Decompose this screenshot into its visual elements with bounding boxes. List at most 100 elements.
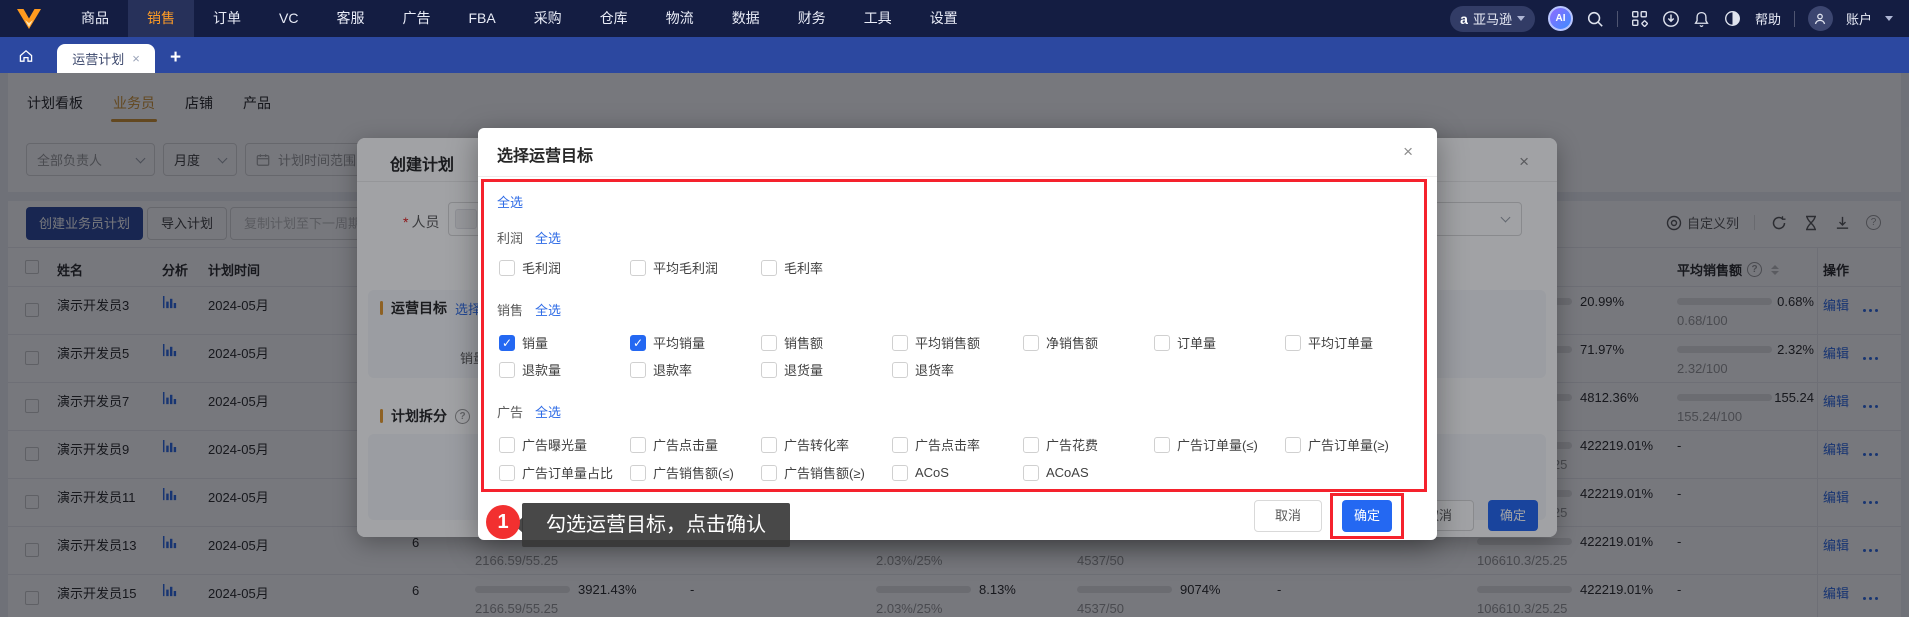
- checkbox-label: 毛利率: [784, 261, 824, 276]
- select-goals-cancel-button[interactable]: 取消: [1254, 500, 1322, 532]
- annotation-tooltip: 勾选运营目标，点击确认: [514, 503, 790, 547]
- checkbox-icon[interactable]: [761, 334, 777, 351]
- checkbox-net-sales[interactable]: 净销售额: [1023, 333, 1154, 352]
- nav-item-vc[interactable]: VC: [260, 0, 317, 37]
- checkbox-acos[interactable]: ACoS: [892, 463, 1023, 482]
- checkbox-icon[interactable]: [761, 464, 777, 481]
- ai-assistant-button[interactable]: AI: [1547, 6, 1573, 31]
- new-tab-button[interactable]: +: [170, 47, 181, 69]
- tab-close-icon[interactable]: ×: [132, 51, 140, 66]
- checkbox-label: 广告花费: [1046, 438, 1099, 453]
- checkbox-ad-impressions[interactable]: 广告曝光量: [499, 435, 630, 454]
- checkbox-icon[interactable]: [1285, 334, 1301, 351]
- marketplace-switcher[interactable]: a 亚马逊: [1450, 5, 1535, 32]
- checkbox-icon[interactable]: [1023, 436, 1039, 453]
- nav-item-finance[interactable]: 财务: [779, 0, 845, 37]
- select-all-link[interactable]: 全选: [497, 192, 523, 211]
- checkbox-icon[interactable]: [1023, 464, 1039, 481]
- help-link[interactable]: 帮助: [1755, 9, 1781, 28]
- checkbox-avg-order-count[interactable]: 平均订单量: [1285, 333, 1416, 352]
- checkbox-avg-sales-volume[interactable]: 平均销量: [630, 333, 761, 352]
- nav-menu: 商品 销售 订单 VC 客服 广告 FBA 采购 仓库 物流 数据 财务 工具 …: [62, 0, 977, 37]
- checkbox-sales-volume[interactable]: 销量: [499, 333, 630, 352]
- checkbox-ad-spend[interactable]: 广告花费: [1023, 435, 1154, 454]
- nav-item-tools[interactable]: 工具: [845, 0, 911, 37]
- download-center-icon[interactable]: [1662, 10, 1680, 28]
- nav-item-service[interactable]: 客服: [317, 0, 383, 37]
- group-profit-select-all[interactable]: 全选: [535, 228, 561, 247]
- checkbox-ad-conversion-rate[interactable]: 广告转化率: [761, 435, 892, 454]
- checkbox-ad-orders-le[interactable]: 广告订单量(≤): [1154, 435, 1285, 454]
- checkbox-icon[interactable]: [1285, 436, 1301, 453]
- checkbox-avg-sales-amount[interactable]: 平均销售额: [892, 333, 1023, 352]
- search-icon[interactable]: [1586, 10, 1604, 28]
- checkbox-order-count[interactable]: 订单量: [1154, 333, 1285, 352]
- checkbox-icon[interactable]: [892, 361, 908, 378]
- nav-item-sales[interactable]: 销售: [128, 0, 194, 37]
- nav-item-data[interactable]: 数据: [713, 0, 779, 37]
- nav-item-ads[interactable]: 广告: [383, 0, 449, 37]
- checkbox-ad-orders-ge[interactable]: 广告订单量(≥): [1285, 435, 1416, 454]
- checkbox-refund-count[interactable]: 退款量: [499, 360, 630, 379]
- group-sales-select-all[interactable]: 全选: [535, 300, 561, 319]
- checkbox-icon[interactable]: [499, 361, 515, 378]
- checkbox-ad-clicks[interactable]: 广告点击量: [630, 435, 761, 454]
- checkbox-icon[interactable]: [761, 361, 777, 378]
- checkbox-label: ACoAS: [1046, 465, 1089, 480]
- checkbox-icon[interactable]: [630, 464, 646, 481]
- checkbox-icon[interactable]: [892, 464, 908, 481]
- checkbox-ad-order-share[interactable]: 广告订单量占比: [499, 463, 630, 482]
- home-tab-button[interactable]: [12, 43, 40, 68]
- checkbox-return-count[interactable]: 退货量: [761, 360, 892, 379]
- checkbox-label: 平均毛利润: [653, 261, 719, 276]
- brand-logo-icon[interactable]: [0, 8, 62, 30]
- checkbox-icon[interactable]: [761, 436, 777, 453]
- checkbox-icon[interactable]: [892, 334, 908, 351]
- marketplace-label: 亚马逊: [1472, 12, 1512, 27]
- nav-item-settings[interactable]: 设置: [911, 0, 977, 37]
- checkbox-icon[interactable]: [630, 436, 646, 453]
- checkbox-icon[interactable]: [630, 334, 646, 351]
- nav-item-products[interactable]: 商品: [62, 0, 128, 37]
- group-ads-select-all[interactable]: 全选: [535, 402, 561, 421]
- nav-item-logistics[interactable]: 物流: [647, 0, 713, 37]
- account-label[interactable]: 账户: [1846, 9, 1872, 28]
- checkbox-icon[interactable]: [499, 259, 515, 276]
- checkbox-acoas[interactable]: ACoAS: [1023, 463, 1154, 482]
- checkbox-ad-sales-le[interactable]: 广告销售额(≤): [630, 463, 761, 482]
- account-chevron-icon[interactable]: [1885, 16, 1893, 21]
- checkbox-label: 广告转化率: [784, 438, 850, 453]
- checkbox-icon[interactable]: [1154, 436, 1170, 453]
- select-goals-ok-button[interactable]: 确定: [1342, 500, 1392, 532]
- group-ads: 广告 全选: [497, 402, 561, 421]
- select-goals-close-icon[interactable]: ×: [1403, 142, 1413, 162]
- nav-item-warehouse[interactable]: 仓库: [581, 0, 647, 37]
- checkbox-return-rate[interactable]: 退货率: [892, 360, 1023, 379]
- group-sales-label: 销售: [497, 303, 524, 318]
- checkbox-ad-sales-ge[interactable]: 广告销售额(≥): [761, 463, 892, 482]
- checkbox-icon[interactable]: [761, 259, 777, 276]
- nav-item-orders[interactable]: 订单: [194, 0, 260, 37]
- tab-operation-plan[interactable]: 运营计划 ×: [57, 44, 155, 73]
- group-profit: 利润 全选: [497, 228, 561, 247]
- nav-item-fba[interactable]: FBA: [449, 0, 514, 37]
- checkbox-refund-rate[interactable]: 退款率: [630, 360, 761, 379]
- checkbox-gross-profit[interactable]: 毛利润: [499, 258, 630, 277]
- checkbox-gross-margin[interactable]: 毛利率: [761, 258, 892, 277]
- theme-toggle-icon[interactable]: [1724, 10, 1742, 28]
- checkbox-icon[interactable]: [1023, 334, 1039, 351]
- checkbox-avg-gross-profit[interactable]: 平均毛利润: [630, 258, 761, 277]
- checkbox-icon[interactable]: [499, 464, 515, 481]
- checkbox-icon[interactable]: [499, 334, 515, 351]
- checkbox-icon[interactable]: [892, 436, 908, 453]
- nav-item-purchase[interactable]: 采购: [515, 0, 581, 37]
- apps-grid-icon[interactable]: [1631, 10, 1649, 28]
- checkbox-icon[interactable]: [499, 436, 515, 453]
- notifications-bell-icon[interactable]: [1693, 10, 1711, 28]
- user-avatar-icon[interactable]: [1807, 6, 1833, 31]
- checkbox-ad-ctr[interactable]: 广告点击率: [892, 435, 1023, 454]
- checkbox-icon[interactable]: [630, 259, 646, 276]
- checkbox-icon[interactable]: [630, 361, 646, 378]
- checkbox-icon[interactable]: [1154, 334, 1170, 351]
- checkbox-sales-amount[interactable]: 销售额: [761, 333, 892, 352]
